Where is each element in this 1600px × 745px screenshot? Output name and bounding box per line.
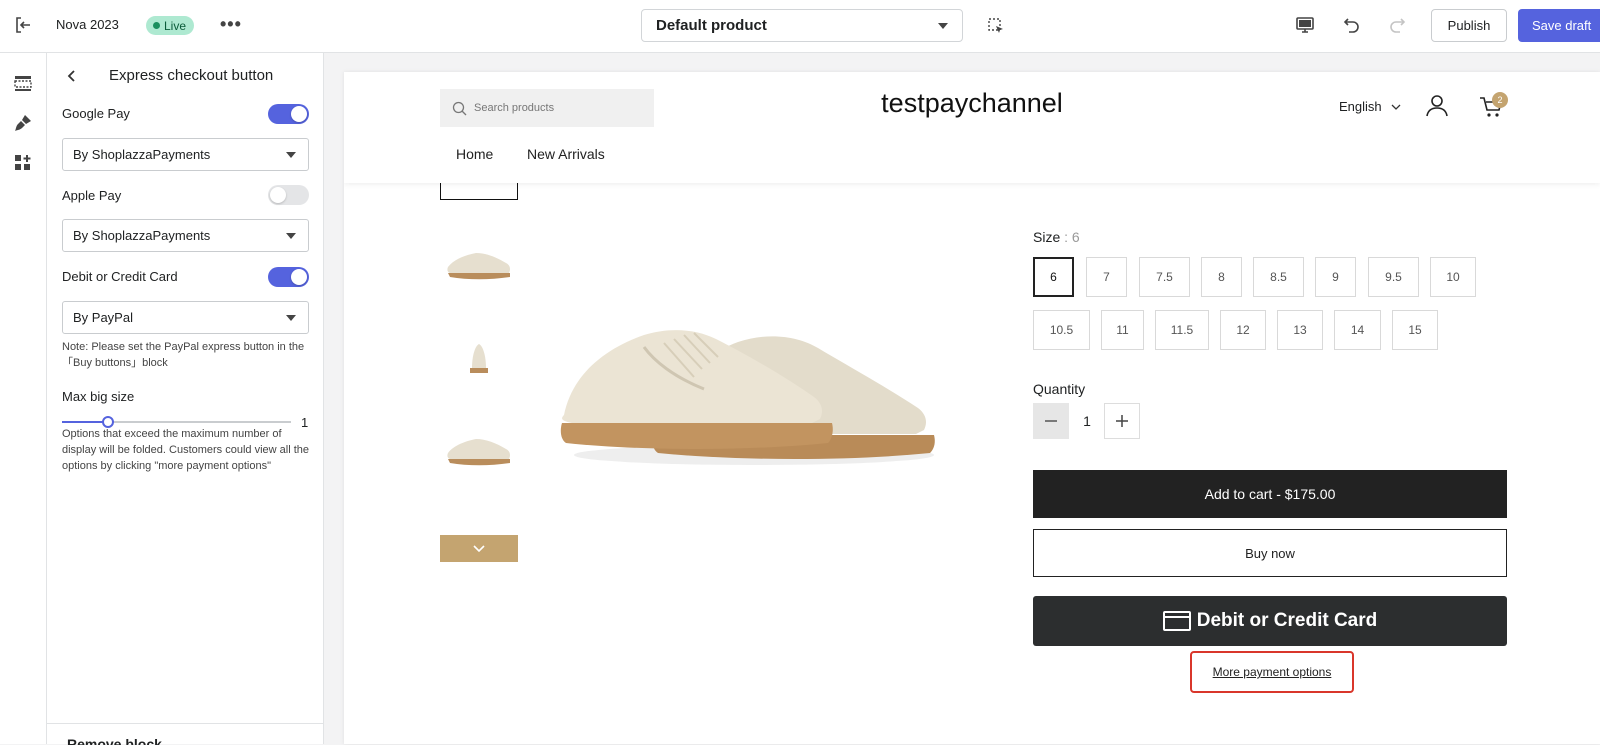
apple-pay-provider-value: By ShoplazzaPayments [73,228,211,243]
size-option-8[interactable]: 8 [1201,257,1242,297]
live-dot-icon [153,22,160,29]
google-pay-toggle[interactable] [268,104,309,124]
redo-icon[interactable] [1387,15,1407,35]
product-thumbnail-3[interactable] [440,319,518,397]
size-option-14[interactable]: 14 [1334,310,1381,350]
chevron-down-icon [286,232,296,239]
minus-icon [1045,420,1057,422]
toggle-knob [291,269,307,285]
product-select-value: Default product [656,17,767,34]
size-option-10[interactable]: 10 [1430,257,1476,297]
divider [47,723,324,724]
add-to-cart-button[interactable]: Add to cart - $175.00 [1033,470,1507,518]
toggle-knob [291,106,307,122]
quantity-decrease-button[interactable] [1033,403,1069,439]
theme-settings-icon[interactable] [11,111,35,135]
size-option-9-5[interactable]: 9.5 [1368,257,1419,297]
language-select[interactable]: English [1339,99,1401,114]
size-option-7[interactable]: 7 [1086,257,1127,297]
preview-canvas: Search products testpaychannel English 2… [344,72,1600,744]
more-payment-options-link[interactable]: More payment options [1190,651,1354,693]
store-header: Search products testpaychannel English 2… [344,72,1600,183]
debit-credit-card-label: Debit or Credit Card [1196,610,1378,631]
card-label: Debit or Credit Card [62,269,178,284]
quantity-increase-button[interactable] [1104,403,1140,439]
nav-new-arrivals[interactable]: New Arrivals [527,146,605,162]
google-pay-label: Google Pay [62,106,130,121]
publish-button[interactable]: Publish [1431,9,1507,42]
size-option-11-5[interactable]: 11.5 [1155,310,1209,350]
exit-icon[interactable] [14,16,32,34]
credit-card-icon [1162,611,1191,631]
size-option-7-5[interactable]: 7.5 [1139,257,1190,297]
card-provider-select[interactable]: By PayPal [62,301,309,334]
google-pay-provider-value: By ShoplazzaPayments [73,147,211,162]
size-label-text: Size [1033,229,1061,245]
save-draft-button[interactable]: Save draft [1518,9,1600,42]
paypal-note: Note: Please set the PayPal express butt… [62,341,305,369]
live-badge: Live [146,16,195,35]
size-option-8-5[interactable]: 8.5 [1253,257,1304,297]
size-option-11[interactable]: 11 [1101,310,1144,350]
icon-rail [0,53,47,744]
max-size-help: Options that exceed the maximum number o… [62,428,310,472]
thumbnails-scroll-down-button[interactable] [440,535,518,562]
panel-title: Express checkout button [109,67,274,84]
max-size-label: Max big size [62,389,135,404]
product-thumbnail-2[interactable] [440,226,518,304]
size-option-10-5[interactable]: 10.5 [1033,310,1090,350]
size-option-13[interactable]: 13 [1277,310,1323,350]
quantity-label: Quantity [1033,381,1086,397]
card-provider-value: By PayPal [73,310,133,325]
product-main-image[interactable] [554,277,944,477]
product-thumbnail-4[interactable] [440,412,518,490]
size-option-9[interactable]: 9 [1315,257,1356,297]
cart-count-badge: 2 [1492,92,1508,108]
language-value: English [1339,99,1382,114]
undo-icon[interactable] [1342,15,1362,35]
account-icon[interactable] [1425,93,1449,122]
chevron-down-icon [473,544,485,552]
buy-now-button[interactable]: Buy now [1033,529,1507,577]
toggle-knob [270,187,286,203]
google-pay-provider-select[interactable]: By ShoplazzaPayments [62,138,309,171]
plus-icon [1116,415,1128,427]
chevron-down-icon [1391,104,1401,110]
settings-panel: Express checkout button Google Pay By Sh… [47,53,324,745]
apple-pay-label: Apple Pay [62,188,122,203]
apps-icon[interactable] [11,151,35,175]
store-logo[interactable]: testpaychannel [344,88,1600,119]
apple-pay-toggle[interactable] [268,185,309,205]
top-bar: Nova 2023 Live ••• Default product Publi… [0,0,1600,53]
chevron-down-icon [938,22,948,29]
chevron-down-icon [286,314,296,321]
chevron-down-icon [286,151,296,158]
card-toggle[interactable] [268,267,309,287]
live-badge-label: Live [164,18,187,33]
more-actions-button[interactable]: ••• [220,14,242,35]
back-arrow-icon[interactable] [63,67,81,85]
desktop-preview-icon[interactable] [1295,15,1315,35]
debit-credit-card-button[interactable]: Debit or Credit Card [1033,596,1507,646]
quantity-value[interactable]: 1 [1079,403,1095,439]
size-label: Size : 6 [1033,229,1080,245]
apple-pay-provider-select[interactable]: By ShoplazzaPayments [62,219,309,252]
inspect-select-icon[interactable] [987,17,1005,35]
size-option-6[interactable]: 6 [1033,257,1074,297]
nav-home[interactable]: Home [456,146,493,162]
size-selected-value: : 6 [1064,229,1080,245]
size-option-12[interactable]: 12 [1220,310,1266,350]
size-option-15[interactable]: 15 [1392,310,1438,350]
sections-icon[interactable] [11,71,35,95]
store-name: Nova 2023 [56,17,119,32]
product-select[interactable]: Default product [641,9,963,42]
